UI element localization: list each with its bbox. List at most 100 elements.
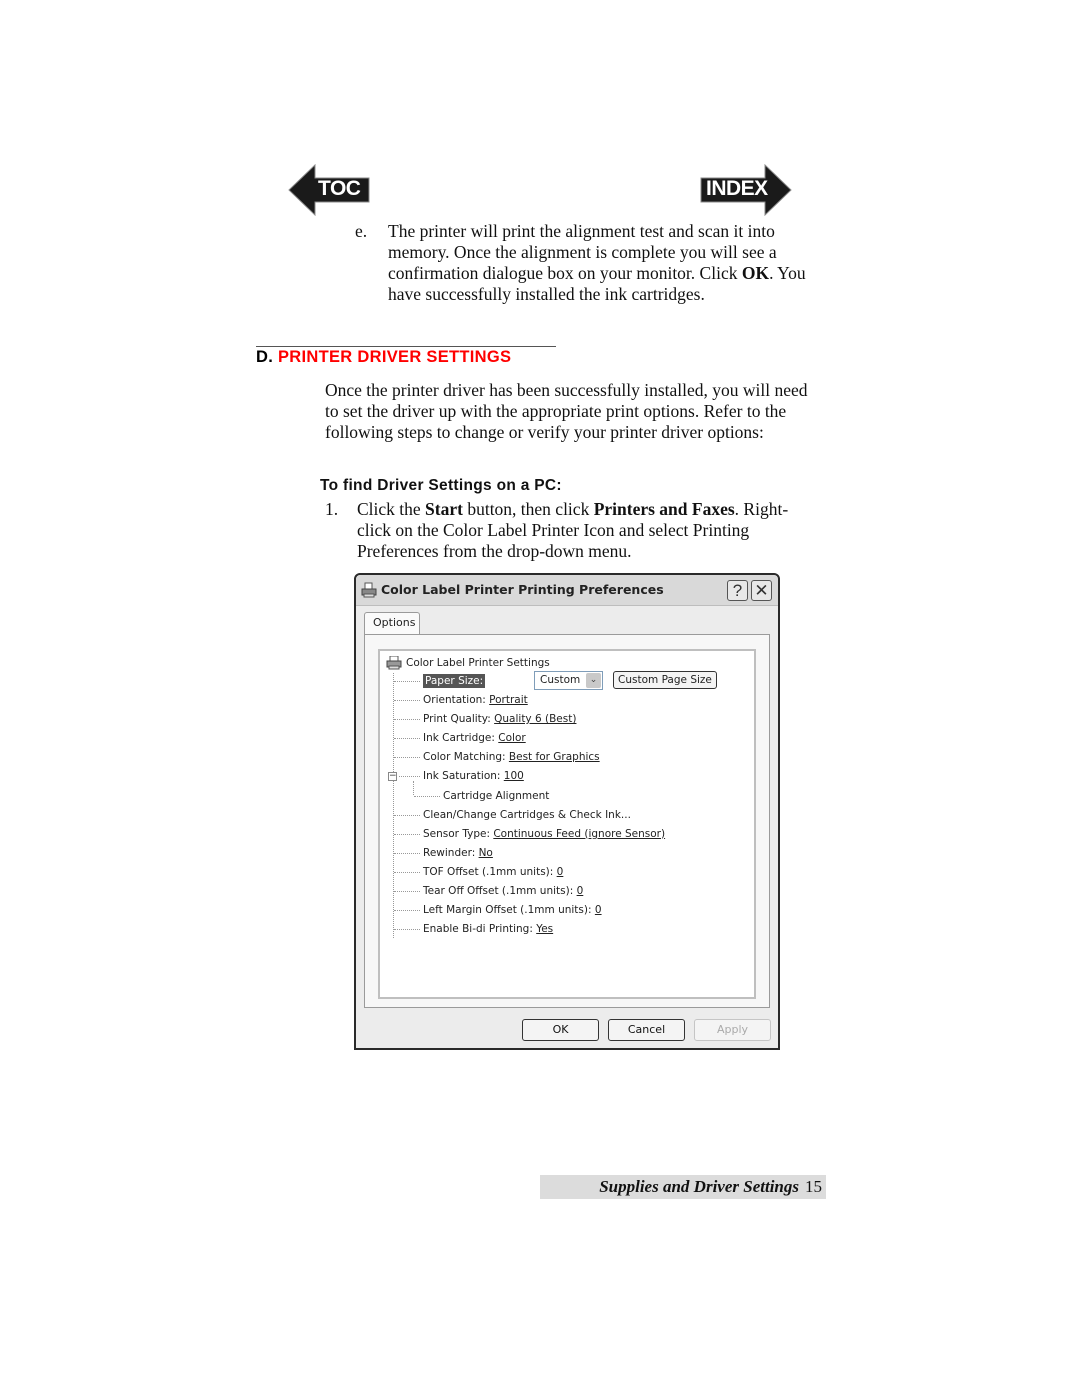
printer-icon (361, 582, 377, 598)
section-letter: D. (256, 348, 274, 366)
tree-item[interactable]: TOF Offset (.1mm units): 0 (423, 865, 563, 879)
tree-line (413, 781, 414, 795)
tree-line (394, 929, 420, 931)
section-heading: D. PRINTER DRIVER SETTINGS (256, 348, 511, 367)
step-e: e. The printer will print the alignment … (355, 221, 835, 305)
tree-item-label: Color Matching: (423, 751, 509, 764)
toc-label: TOC (318, 177, 361, 200)
tree-item[interactable]: Color Matching: Best for Graphics (423, 750, 600, 764)
paper-size-select[interactable]: Custom ⌄ (534, 671, 603, 690)
tree-line (394, 757, 420, 759)
tree-item-value[interactable]: Color (498, 732, 525, 744)
start-emphasis: Start (425, 499, 463, 519)
dialog-title: Color Label Printer Printing Preferences (381, 582, 664, 597)
tree-item-label: TOF Offset (.1mm units): (423, 865, 557, 878)
tree-line (399, 776, 420, 778)
index-label: INDEX (706, 177, 768, 200)
chevron-down-icon[interactable]: ⌄ (586, 673, 601, 688)
printer-settings-icon (386, 656, 402, 670)
tree-item-value[interactable]: Best for Graphics (509, 751, 600, 763)
tree-item-value[interactable]: Portrait (489, 694, 528, 706)
tree-line (394, 719, 420, 721)
section-title: PRINTER DRIVER SETTINGS (278, 348, 512, 366)
tree-item-label: Clean/Change Cartridges & Check Ink... (423, 808, 631, 821)
apply-button[interactable]: Apply (694, 1019, 771, 1041)
ok-emphasis: OK (741, 263, 770, 283)
tree-item[interactable]: Orientation: Portrait (423, 693, 528, 707)
tree-item[interactable]: Rewinder: No (423, 846, 493, 860)
page-footer: Supplies and Driver Settings 15 (540, 1175, 826, 1199)
tree-line (414, 795, 440, 797)
tree-item-value[interactable]: Yes (536, 923, 553, 935)
tree-line (393, 673, 394, 938)
help-button[interactable]: ? (727, 580, 748, 601)
tree-item-label: Print Quality: (423, 713, 495, 726)
paper-size-value: Custom (540, 674, 581, 686)
tree-item[interactable]: Enable Bi-di Printing: Yes (423, 922, 553, 936)
tree-root-label: Color Label Printer Settings (406, 657, 550, 669)
step-text: The printer will print the alignment tes… (388, 221, 835, 305)
dialog-titlebar[interactable]: Color Label Printer Printing Preferences… (356, 575, 778, 606)
tree-line (394, 833, 420, 835)
tree-item-label: Enable Bi-di Printing: (423, 923, 537, 936)
step-marker: 1. (325, 499, 339, 519)
tree-item[interactable]: Sensor Type: Continuous Feed (ignore Sen… (423, 827, 665, 841)
tree-item-value[interactable]: Continuous Feed (ignore Sensor) (493, 828, 665, 840)
tree-item[interactable]: Ink Cartridge: Color (423, 731, 526, 745)
page-number: 15 (805, 1177, 822, 1196)
step-text-part: The printer will print the alignment tes… (388, 221, 777, 283)
close-button[interactable]: ✕ (751, 580, 772, 601)
step-marker: e. (355, 221, 368, 241)
options-panel: Color Label Printer Settings Paper Size:… (364, 634, 770, 1008)
step-1: 1. Click the Start button, then click Pr… (325, 499, 805, 562)
tree-item[interactable]: Left Margin Offset (.1mm units): 0 (423, 903, 602, 917)
tree-root[interactable]: Color Label Printer Settings (386, 656, 550, 670)
step-text: Click the Start button, then click Print… (357, 499, 805, 562)
tree-item-label: Sensor Type: (423, 827, 494, 840)
tree-item-paper-size: Paper Size: Custom ⌄ Custom Page Size (423, 671, 717, 690)
tree-line (394, 738, 420, 740)
tree-item-label: Cartridge Alignment (443, 789, 550, 802)
tree-item-value[interactable]: 0 (557, 866, 564, 878)
tree-item-value[interactable]: 100 (504, 770, 524, 782)
footer-section-title: Supplies and Driver Settings (599, 1177, 799, 1196)
ok-button[interactable]: OK (522, 1019, 599, 1041)
cancel-button[interactable]: Cancel (608, 1019, 685, 1041)
tree-line (394, 681, 420, 682)
tree-item-value[interactable]: 0 (595, 904, 602, 916)
intro-paragraph: Once the printer driver has been success… (325, 380, 808, 442)
tree-item[interactable]: Tear Off Offset (.1mm units): 0 (423, 884, 583, 898)
tab-options[interactable]: Options (364, 612, 420, 634)
tree-item[interactable]: Print Quality: Quality 6 (Best) (423, 712, 576, 726)
custom-page-size-button[interactable]: Custom Page Size (613, 671, 717, 689)
tree-item[interactable]: Ink Saturation: 100 (423, 769, 524, 783)
tree-item[interactable]: Cartridge Alignment (443, 789, 549, 803)
tree-item-label: Ink Cartridge: (423, 732, 499, 745)
collapse-icon[interactable]: − (388, 772, 397, 781)
tree-line (394, 891, 420, 892)
tree-item-label: Ink Saturation: (423, 770, 504, 783)
tree-item-value[interactable]: 0 (577, 885, 584, 897)
tree-line (394, 910, 420, 912)
step-text-part: button, then click (462, 499, 594, 519)
section-divider (256, 346, 556, 347)
tree-item-label: Orientation: (423, 694, 490, 706)
tree-line (394, 852, 420, 854)
tree-item-value[interactable]: No (479, 847, 493, 859)
subheading: To find Driver Settings on a PC: (320, 477, 562, 494)
paper-size-label[interactable]: Paper Size: (423, 674, 486, 688)
index-button[interactable]: INDEX (700, 164, 792, 216)
settings-tree: Color Label Printer Settings Paper Size:… (378, 649, 756, 999)
toc-button[interactable]: TOC (288, 164, 370, 216)
step-text-part: Click the (357, 499, 426, 519)
tree-line (394, 700, 420, 701)
tree-line (394, 871, 420, 873)
tree-item-label: Tear Off Offset (.1mm units): (423, 885, 577, 897)
printers-faxes-emphasis: Printers and Faxes (593, 499, 735, 519)
tree-item-value[interactable]: Quality 6 (Best) (494, 713, 576, 725)
tree-item-label: Left Margin Offset (.1mm units): (423, 904, 595, 917)
tree-item[interactable]: Clean/Change Cartridges & Check Ink... (423, 808, 631, 822)
tree-line (394, 814, 420, 816)
printing-preferences-dialog: Color Label Printer Printing Preferences… (354, 573, 780, 1050)
tree-item-label: Rewinder: (423, 846, 479, 859)
